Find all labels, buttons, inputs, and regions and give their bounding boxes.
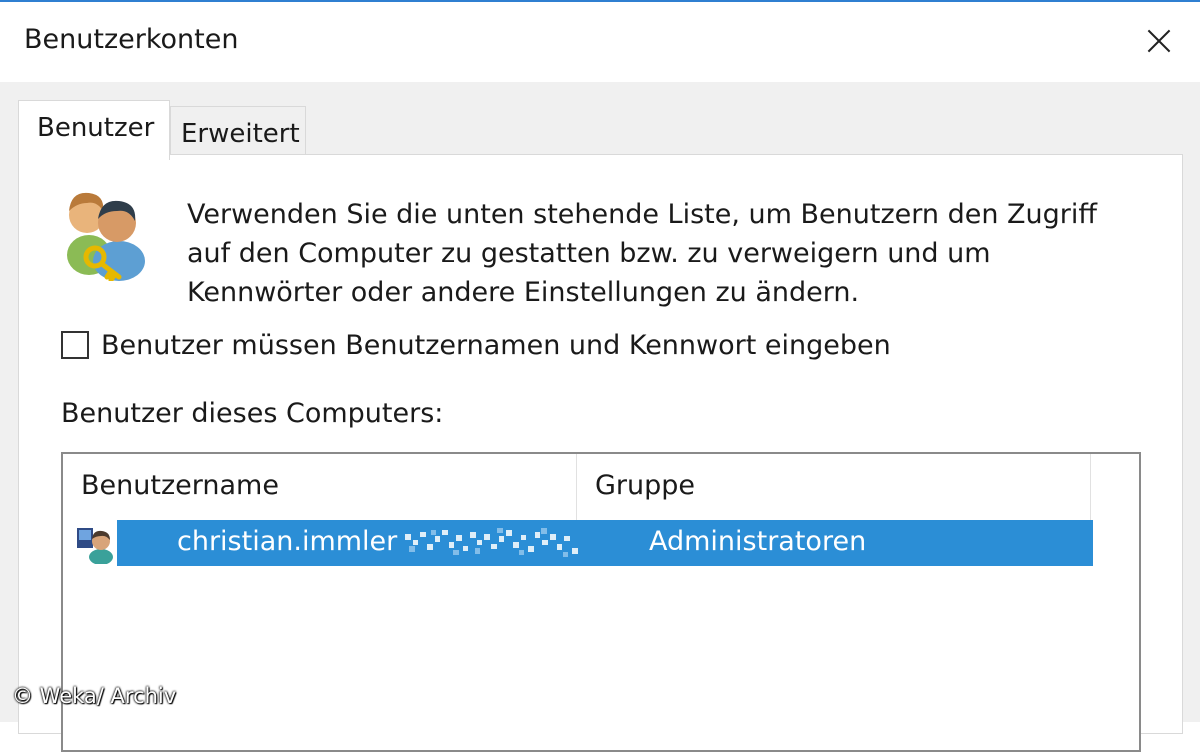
users-list[interactable]: Benutzername Gruppe christian.immler Adm… xyxy=(61,452,1141,752)
tab-label: Benutzer xyxy=(37,113,155,143)
list-header: Benutzername Gruppe xyxy=(63,454,1091,520)
column-header-group[interactable]: Gruppe xyxy=(577,454,1091,520)
tab-benutzer[interactable]: Benutzer xyxy=(18,100,170,160)
user-icon xyxy=(77,528,113,564)
users-key-icon xyxy=(67,192,145,281)
cell-username: christian.immler xyxy=(177,526,398,557)
info-line: Verwenden Sie die unten stehende Liste, … xyxy=(187,199,1097,230)
window-title: Benutzerkonten xyxy=(24,24,239,55)
table-row[interactable]: christian.immler Administratoren xyxy=(63,520,1093,568)
image-credit: © Weka/ Archiv xyxy=(12,684,177,708)
title-bar: Benutzerkonten xyxy=(0,2,1200,82)
column-header-username[interactable]: Benutzername xyxy=(63,454,577,520)
close-icon[interactable] xyxy=(1120,12,1196,72)
user-accounts-dialog: Benutzerkonten Benutzer Erweitert Verwen… xyxy=(0,0,1200,752)
require-login-label: Benutzer müssen Benutzernamen und Kennwo… xyxy=(101,329,891,361)
users-tab-panel: Verwenden Sie die unten stehende Liste, … xyxy=(18,154,1183,752)
require-login-checkbox[interactable] xyxy=(61,331,89,359)
info-line: auf den Computer zu gestatten bzw. zu ve… xyxy=(187,238,991,269)
tab-erweitert[interactable]: Erweitert xyxy=(170,106,306,156)
selected-row-highlight: christian.immler Administratoren xyxy=(117,520,1093,566)
info-line: Kennwörter oder andere Einstellungen zu … xyxy=(187,277,860,308)
users-list-label: Benutzer dieses Computers: xyxy=(61,398,444,429)
pixelated-redaction xyxy=(405,528,578,557)
cell-group: Administratoren xyxy=(649,526,867,557)
dialog-body: Benutzer Erweitert Verwenden Sie die unt… xyxy=(0,82,1200,752)
require-login-checkbox-row[interactable]: Benutzer müssen Benutzernamen und Kennwo… xyxy=(61,327,891,363)
info-text: Verwenden Sie die unten stehende Liste, … xyxy=(187,195,1147,312)
tab-label: Erweitert xyxy=(181,119,300,149)
